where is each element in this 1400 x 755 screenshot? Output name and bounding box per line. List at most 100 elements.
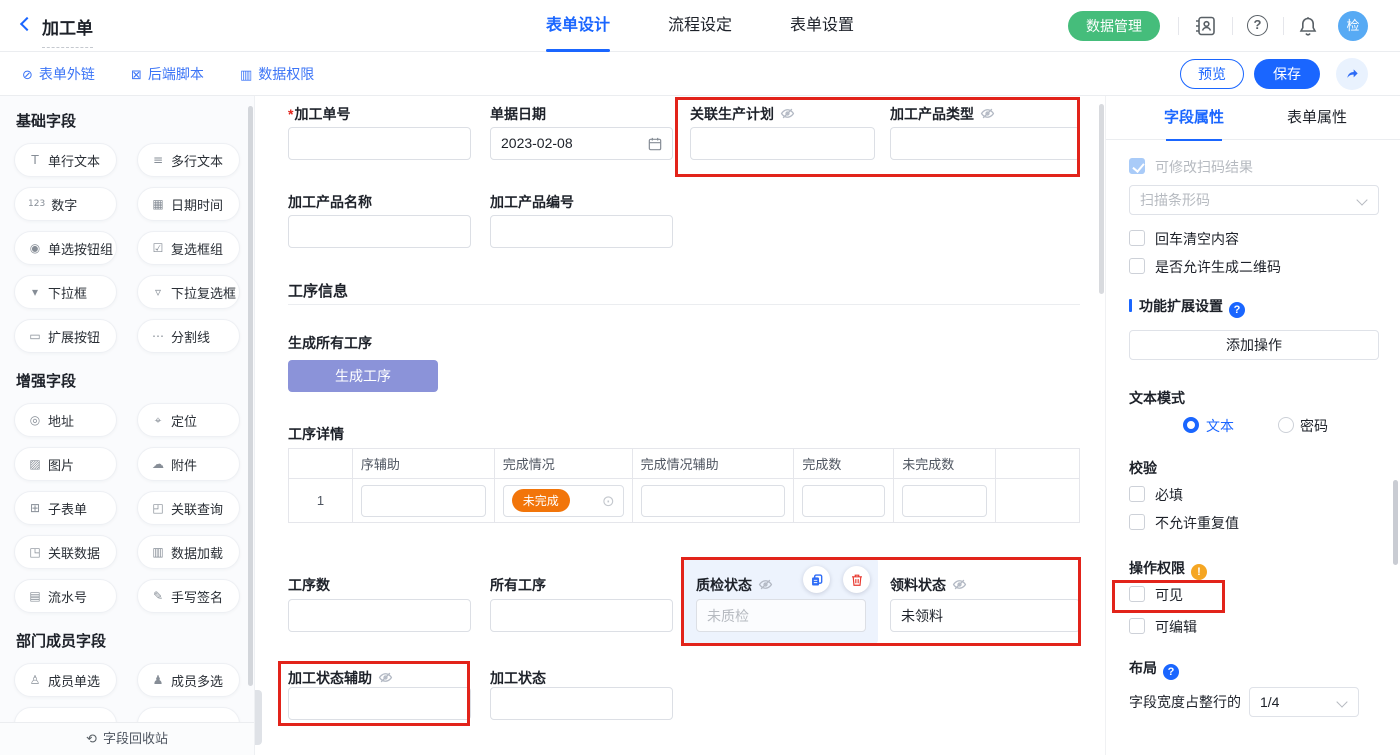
mode-password-radio[interactable]: [1278, 417, 1294, 433]
tab-form-setting[interactable]: 表单设置: [782, 0, 862, 52]
done-count-input[interactable]: [802, 485, 885, 517]
field-dropdown-multi[interactable]: ▿下拉复选框: [137, 275, 240, 309]
save-button[interactable]: 保存: [1254, 59, 1320, 89]
required-label: 必填: [1155, 485, 1183, 505]
back-icon[interactable]: [20, 17, 34, 31]
field-linked-data[interactable]: ◳关联数据: [14, 535, 117, 569]
mode-password-label[interactable]: 密码: [1300, 416, 1328, 436]
subform-icon: ⊞: [28, 501, 42, 515]
enter-clear-checkbox[interactable]: [1129, 230, 1145, 246]
product-name-input[interactable]: [288, 215, 471, 248]
data-permission-icon: ▥: [240, 68, 252, 83]
mode-text-label[interactable]: 文本: [1206, 416, 1234, 436]
generate-all-label: 生成所有工序: [288, 333, 372, 353]
preview-button[interactable]: 预览: [1180, 59, 1244, 89]
process-detail-label: 工序详情: [288, 424, 344, 444]
field-extend-button[interactable]: ▭扩展按钮: [14, 319, 117, 353]
contact-book-icon[interactable]: [1194, 14, 1218, 38]
field-subform[interactable]: ⊞子表单: [14, 491, 117, 525]
doc-date-input[interactable]: 2023-02-08: [490, 127, 673, 160]
field-divider[interactable]: ⋯分割线: [137, 319, 240, 353]
field-data-load[interactable]: ▥数据加载: [137, 535, 240, 569]
layout-title: 布局?: [1129, 658, 1179, 680]
field-single-line-text[interactable]: T单行文本: [14, 143, 117, 177]
avatar[interactable]: 检: [1338, 11, 1368, 41]
material-status-input[interactable]: [890, 599, 1080, 632]
process-status-label: 加工状态: [490, 668, 546, 688]
extension-settings-title: 功能扩展设置?: [1129, 296, 1245, 318]
col-aux: 序辅助: [352, 449, 494, 479]
process-count-input[interactable]: [288, 599, 471, 632]
data-permission-link[interactable]: ▥数据权限: [240, 52, 314, 96]
field-member-multi[interactable]: ♟成员多选: [137, 663, 240, 697]
tab-form-design[interactable]: 表单设计: [538, 0, 618, 52]
generate-process-button[interactable]: 生成工序: [288, 360, 438, 392]
no-duplicate-checkbox[interactable]: [1129, 514, 1145, 530]
field-address[interactable]: ◎地址: [14, 403, 117, 437]
radio-circle-icon[interactable]: ⊙: [602, 492, 615, 510]
qc-status-input[interactable]: [696, 599, 866, 632]
field-member-single[interactable]: ♙成员单选: [14, 663, 117, 697]
width-label: 字段宽度占整行的: [1129, 692, 1241, 712]
backend-script-link[interactable]: ⊠后端脚本: [131, 52, 204, 96]
field-datetime[interactable]: ▦日期时间: [137, 187, 240, 221]
order-no-input[interactable]: [288, 127, 471, 160]
copy-field-button[interactable]: [803, 566, 830, 593]
link-icon: ⊘: [22, 68, 33, 83]
allow-qr-checkbox[interactable]: [1129, 258, 1145, 274]
field-signature[interactable]: ✎手写签名: [137, 579, 240, 613]
undone-count-input[interactable]: [902, 485, 987, 517]
form-title[interactable]: 加工单: [42, 14, 93, 48]
process-status-input[interactable]: [490, 687, 673, 720]
mode-text-radio[interactable]: [1183, 417, 1199, 433]
related-plan-input[interactable]: [690, 127, 875, 160]
help-icon[interactable]: ?: [1163, 664, 1179, 680]
field-image[interactable]: ▨图片: [14, 447, 117, 481]
tab-field-properties[interactable]: 字段属性: [1139, 96, 1249, 140]
field-lookup-query[interactable]: ◰关联查询: [137, 491, 240, 525]
field-location[interactable]: ⌖定位: [137, 403, 240, 437]
tab-form-properties[interactable]: 表单属性: [1262, 96, 1372, 140]
field-radio-group[interactable]: ◉单选按钮组: [14, 231, 117, 265]
editable-checkbox[interactable]: [1129, 618, 1145, 634]
serial-number-icon: ▤: [28, 589, 42, 603]
canvas-scrollbar[interactable]: [1099, 104, 1104, 294]
table-row: 1 未完成 ⊙: [289, 479, 1080, 523]
process-detail-table: 序辅助 完成情况 完成情况辅助 完成数 未完成数 1 未完成 ⊙: [288, 448, 1080, 523]
delete-field-button[interactable]: [843, 566, 870, 593]
drag-handle[interactable]: [255, 690, 262, 745]
width-select[interactable]: 1/4: [1249, 687, 1359, 717]
completion-aux-cell: [632, 479, 794, 523]
field-number[interactable]: 123数字: [14, 187, 117, 221]
add-action-button[interactable]: 添加操作: [1129, 330, 1379, 360]
field-serial-number[interactable]: ▤流水号: [14, 579, 117, 613]
field-multi-line-text[interactable]: ≡多行文本: [137, 143, 240, 177]
aux-input[interactable]: [361, 485, 486, 517]
help-icon[interactable]: ?: [1247, 15, 1268, 36]
scan-mode-select[interactable]: 扫描条形码: [1129, 185, 1379, 215]
share-button[interactable]: [1336, 58, 1368, 90]
product-no-input[interactable]: [490, 215, 673, 248]
field-dropdown[interactable]: ▾下拉框: [14, 275, 117, 309]
process-status-aux-input[interactable]: [288, 687, 471, 720]
completion-select[interactable]: 未完成 ⊙: [503, 485, 624, 517]
panel-tabs: 字段属性 表单属性: [1106, 96, 1400, 140]
visible-checkbox[interactable]: [1129, 586, 1145, 602]
field-recycle-bin[interactable]: ⟲字段回收站: [0, 722, 254, 755]
panel-scrollbar[interactable]: [1393, 480, 1398, 565]
data-manage-button[interactable]: 数据管理: [1068, 11, 1160, 41]
tab-flow-setting[interactable]: 流程设定: [660, 0, 740, 52]
scan-editable-checkbox[interactable]: [1129, 158, 1145, 174]
product-type-input[interactable]: [890, 127, 1080, 160]
completion-aux-input[interactable]: [641, 485, 786, 517]
field-checkbox-group[interactable]: ☑复选框组: [137, 231, 240, 265]
form-external-link[interactable]: ⊘表单外链: [22, 52, 95, 96]
sidebar-scrollbar[interactable]: [248, 106, 253, 686]
bell-icon[interactable]: [1296, 14, 1320, 38]
help-icon[interactable]: ?: [1229, 302, 1245, 318]
all-process-input[interactable]: [490, 599, 673, 632]
form-toolbar: ⊘表单外链 ⊠后端脚本 ▥数据权限 预览 保存: [0, 52, 1400, 96]
section-basic-fields: 基础字段: [16, 110, 76, 131]
required-checkbox[interactable]: [1129, 486, 1145, 502]
field-attachment[interactable]: ☁附件: [137, 447, 240, 481]
